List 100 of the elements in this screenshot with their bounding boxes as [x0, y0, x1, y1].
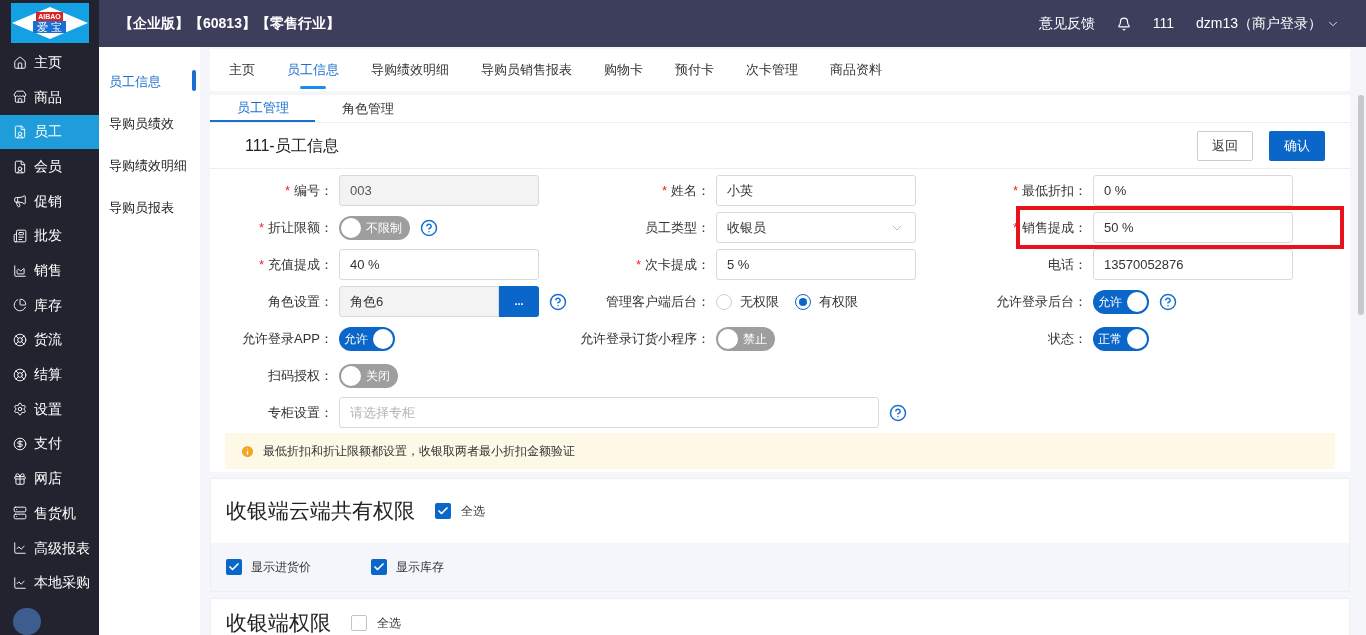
- sidebar-item[interactable]: 促销: [0, 183, 99, 219]
- field-label: 允许登录订货小程序：: [580, 329, 710, 348]
- tab[interactable]: 购物卡: [594, 49, 653, 91]
- required-mark: *: [258, 218, 264, 237]
- toggle-knob: [1127, 328, 1147, 349]
- line-chart-icon: [13, 575, 27, 590]
- sidebar-item[interactable]: 会员: [0, 149, 99, 184]
- tab[interactable]: 预付卡: [665, 49, 724, 91]
- checkbox[interactable]: [435, 503, 451, 519]
- input-field[interactable]: 13570052876: [1093, 249, 1293, 280]
- bell-icon[interactable]: [1116, 16, 1131, 31]
- radio-label: 有权限: [819, 292, 858, 311]
- sidebar-item[interactable]: 本地采购: [0, 565, 99, 600]
- sidebar-item[interactable]: 批发: [0, 218, 99, 254]
- field-label: 员工类型：: [645, 218, 710, 237]
- sidebar-item[interactable]: 高级报表: [0, 530, 99, 566]
- sidebar-item[interactable]: 销售: [0, 253, 99, 288]
- sidebar-item[interactable]: 网店: [0, 461, 99, 496]
- toggle-switch[interactable]: 允许: [339, 326, 395, 351]
- required-mark: *: [661, 181, 667, 200]
- document-person-icon: [13, 124, 27, 139]
- sidebar-item[interactable]: 支付: [0, 426, 99, 462]
- sidebar-item[interactable]: 主页: [0, 45, 99, 80]
- coin-icon: [13, 437, 27, 451]
- field-label: 编号：: [294, 181, 333, 200]
- toggle-text: 允许: [1098, 293, 1122, 311]
- sidebar-item[interactable]: 设置: [0, 392, 99, 427]
- field-label: 管理客户端后台：: [606, 292, 710, 311]
- toggle-knob: [341, 365, 361, 386]
- tab[interactable]: 商品资料: [820, 49, 892, 91]
- input-field[interactable]: 小英: [716, 175, 916, 206]
- tab[interactable]: 员工管理: [210, 95, 315, 122]
- tab[interactable]: 导购员销售报表: [471, 49, 582, 91]
- store-icon: [13, 90, 27, 105]
- sidebar-item[interactable]: 货流: [0, 322, 99, 358]
- select-value: 收银员: [727, 218, 766, 237]
- help-icon[interactable]: [420, 218, 438, 237]
- toggle-switch[interactable]: 允许: [1093, 289, 1149, 314]
- toggle-text: 允许: [344, 330, 368, 348]
- list-icon: [13, 228, 27, 243]
- input-field[interactable]: 50 %: [1093, 212, 1293, 243]
- help-icon[interactable]: [1159, 292, 1177, 311]
- sidebar-item[interactable]: 库存: [0, 287, 99, 323]
- document-person-icon: [13, 159, 27, 174]
- field-label: 允许登录APP：: [242, 329, 333, 348]
- select-field[interactable]: 收银员: [716, 212, 916, 243]
- role-field[interactable]: 角色6: [339, 286, 499, 317]
- toggle-text: 禁止: [743, 330, 767, 348]
- browse-button[interactable]: ...: [499, 286, 539, 317]
- sidebar-item[interactable]: 商品: [0, 79, 99, 115]
- tab[interactable]: 导购绩效明细: [361, 49, 459, 91]
- help-icon[interactable]: [549, 292, 567, 311]
- header-title: 【企业版】【60813】【零售行业】: [119, 14, 340, 33]
- subnav-item[interactable]: 导购绩效明细: [99, 145, 200, 187]
- toggle-knob: [373, 328, 393, 349]
- card-title: 111-员工信息: [245, 135, 339, 156]
- feedback-link[interactable]: 意见反馈: [1038, 13, 1095, 34]
- field-label: 充值提成：: [268, 255, 333, 274]
- user-menu[interactable]: dzm13（商户登录）: [1195, 13, 1322, 34]
- settings-icon: [13, 402, 27, 417]
- tab[interactable]: 角色管理: [315, 95, 420, 122]
- check-icon: [228, 561, 240, 573]
- brand-name: 爱 宝: [32, 21, 67, 34]
- back-button[interactable]: 返回: [1197, 130, 1253, 161]
- tab[interactable]: 次卡管理: [736, 49, 808, 91]
- checkbox[interactable]: [351, 614, 367, 631]
- field-label: 允许登录后台：: [996, 292, 1087, 311]
- checkbox[interactable]: [226, 559, 242, 575]
- help-icon[interactable]: [889, 403, 907, 422]
- checkbox[interactable]: [371, 559, 387, 575]
- megaphone-icon: [13, 194, 27, 209]
- input-field[interactable]: 5 %: [716, 249, 916, 280]
- confirm-button[interactable]: 确认: [1269, 130, 1325, 161]
- field-label: 次卡提成：: [645, 255, 710, 274]
- subnav-item[interactable]: 导购员绩效: [99, 103, 200, 145]
- scrollbar[interactable]: [1358, 95, 1364, 315]
- toggle-knob: [1127, 291, 1147, 312]
- toggle-text: 不限制: [366, 219, 402, 237]
- input-field[interactable]: 请选择专柜: [339, 397, 879, 428]
- checkbox-label: 全选: [377, 614, 401, 632]
- notice-text: 最低折扣和折让限额都设置，收银取两者最小折扣金额验证: [263, 443, 575, 460]
- subnav-item[interactable]: 导购员报表: [99, 187, 200, 229]
- sidebar-item[interactable]: 结算: [0, 357, 99, 392]
- lifebuoy-icon: [13, 332, 27, 347]
- field-label: 折让限额：: [268, 218, 333, 237]
- input-field[interactable]: 40 %: [339, 249, 539, 280]
- cabinet-icon: [13, 506, 27, 521]
- toggle-switch[interactable]: 正常: [1093, 326, 1149, 351]
- field-label: 角色设置：: [268, 292, 333, 311]
- pie-chart-icon: [13, 298, 27, 313]
- input-field[interactable]: 0 %: [1093, 175, 1293, 206]
- tab[interactable]: 主页: [219, 49, 265, 91]
- required-mark: *: [258, 255, 264, 274]
- sidebar-item[interactable]: 售货机: [0, 496, 99, 531]
- avatar: [13, 608, 41, 635]
- store-id: 111: [1152, 14, 1174, 33]
- tab[interactable]: 员工信息: [277, 49, 349, 91]
- subnav-item[interactable]: 员工信息: [99, 61, 200, 103]
- lifebuoy-icon: [13, 367, 27, 382]
- field-label: 状态：: [1048, 329, 1087, 348]
